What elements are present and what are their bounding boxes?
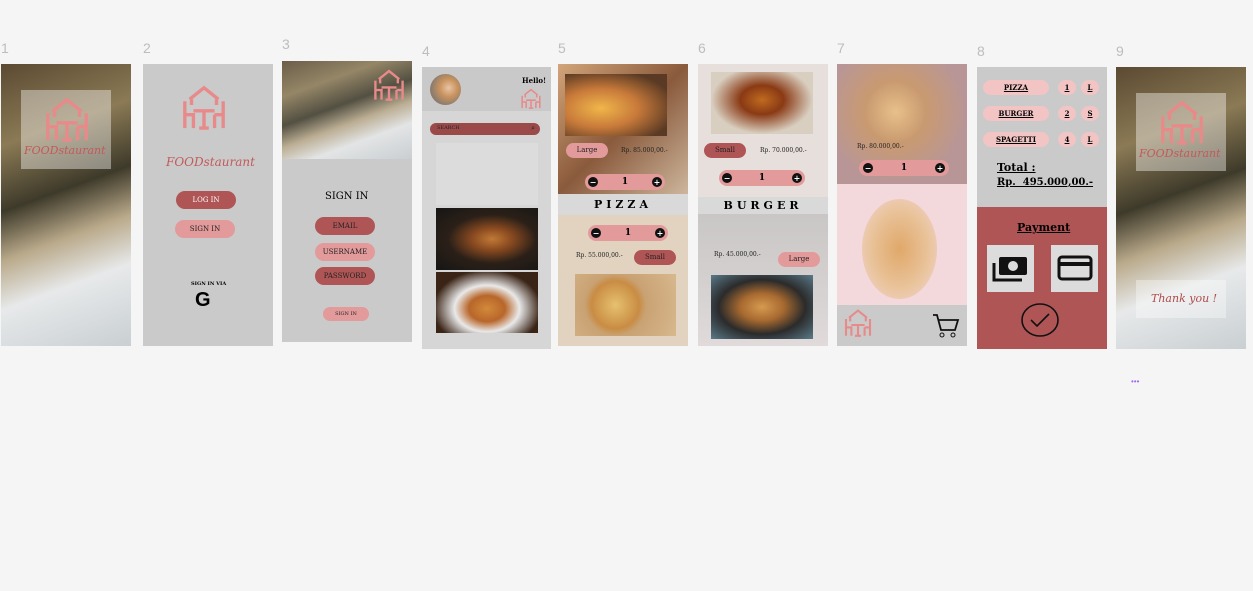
- pizza-title: PIZZA: [558, 194, 688, 215]
- size-small-button[interactable]: Small: [704, 143, 746, 158]
- order-item-name: BURGER: [983, 106, 1049, 121]
- plus-icon[interactable]: +: [652, 177, 662, 187]
- quantity-value: 1: [621, 177, 629, 187]
- plus-icon[interactable]: +: [655, 228, 665, 238]
- frame-label: 2: [143, 40, 151, 56]
- frame-label: 1: [1, 40, 9, 56]
- quantity-stepper[interactable]: − 1 +: [588, 225, 668, 241]
- sign-in-via-label: SIGN IN VIA: [191, 281, 227, 287]
- order-item-size: S: [1081, 106, 1099, 121]
- cash-payment-button[interactable]: [987, 245, 1034, 292]
- home-logo-icon[interactable]: [843, 307, 873, 337]
- minus-icon[interactable]: −: [722, 173, 732, 183]
- order-item-qty: 1: [1058, 80, 1076, 95]
- frame-home[interactable]: Hello! SEARCH ⌕: [422, 67, 551, 349]
- burger-photo[interactable]: [436, 208, 538, 270]
- logo-icon: [46, 98, 88, 142]
- cart-icon[interactable]: [932, 312, 960, 340]
- frame-label: 7: [837, 40, 845, 56]
- minus-icon[interactable]: −: [591, 228, 601, 238]
- size-small-button[interactable]: Small: [634, 250, 676, 265]
- quantity-stepper[interactable]: − 1 +: [859, 160, 949, 176]
- signin-button[interactable]: SIGN IN: [175, 220, 235, 238]
- search-placeholder: SEARCH: [437, 125, 460, 131]
- order-item-name: PIZZA: [983, 80, 1049, 95]
- email-field[interactable]: EMAIL: [315, 217, 375, 235]
- frame-label: 3: [282, 36, 290, 52]
- plus-icon[interactable]: +: [792, 173, 802, 183]
- spaghetti-photo[interactable]: [436, 272, 538, 333]
- price-small: Rp. 55.000,00.-: [576, 252, 623, 259]
- frame-label: 9: [1116, 43, 1124, 59]
- username-field[interactable]: USERNAME: [315, 243, 375, 261]
- quantity-value: 1: [758, 173, 766, 183]
- food-card-placeholder[interactable]: [436, 143, 538, 205]
- total-label: Total :: [997, 161, 1036, 174]
- burger-photo-large: [711, 275, 813, 339]
- logo-card: FOODstaurant: [1136, 93, 1226, 171]
- search-icon[interactable]: ⌕: [531, 124, 535, 133]
- frame-checkout[interactable]: PIZZA 1 L BURGER 2 S SPAGETTI 4 L Total …: [977, 67, 1107, 349]
- brand-name: FOODstaurant: [166, 155, 255, 169]
- total-value: Rp. 495.000,00.-: [997, 177, 1094, 188]
- frame-label: 4: [422, 43, 430, 59]
- sign-in-submit-button[interactable]: SIGN IN: [323, 307, 369, 321]
- search-input[interactable]: SEARCH ⌕: [430, 123, 540, 135]
- frame-label: 8: [977, 43, 985, 59]
- pizza-photo-small: [575, 274, 676, 336]
- quantity-value: 1: [900, 163, 908, 173]
- brand-name: FOODstaurant: [24, 144, 106, 157]
- payment-title: Payment: [1017, 221, 1071, 234]
- pizza-photo-large: [565, 74, 667, 136]
- minus-icon[interactable]: −: [863, 163, 873, 173]
- order-item-qty: 2: [1058, 106, 1076, 121]
- burger-photo-small: [711, 72, 813, 134]
- spaghetti-photo-bottom: [862, 199, 937, 299]
- quantity-stepper[interactable]: − 1 +: [719, 170, 805, 186]
- order-item-size: L: [1081, 132, 1099, 147]
- greeting: Hello!: [522, 76, 547, 85]
- order-item-name: SPAGETTI: [983, 132, 1049, 147]
- frame-burger[interactable]: Small Rp. 70.000,00.- − 1 + BURGER Rp. 45.…: [698, 64, 828, 346]
- frame-splash[interactable]: FOODstaurant: [1, 64, 131, 346]
- card-payment-button[interactable]: [1051, 245, 1098, 292]
- price-small: Rp. 70.000,00.-: [760, 147, 807, 154]
- avatar[interactable]: [430, 74, 461, 105]
- logo-card: FOODstaurant: [21, 90, 111, 169]
- password-field[interactable]: PASSWORD: [315, 267, 375, 285]
- burger-title: BURGER: [698, 197, 828, 214]
- minus-icon[interactable]: −: [588, 177, 598, 187]
- sign-in-title: SIGN IN: [325, 191, 369, 202]
- price-large: Rp. 45.000,00.-: [714, 251, 761, 258]
- size-large-button[interactable]: Large: [566, 143, 608, 158]
- credit-card-icon: [1057, 255, 1093, 281]
- google-icon[interactable]: G: [195, 290, 215, 310]
- quantity-stepper[interactable]: − 1 +: [585, 174, 665, 190]
- price: Rp. 80.000,00.-: [857, 143, 904, 150]
- more-icon[interactable]: •••: [1131, 377, 1139, 386]
- size-large-button[interactable]: Large: [778, 252, 820, 267]
- order-item-qty: 4: [1058, 132, 1076, 147]
- cash-icon: [992, 257, 1027, 282]
- frame-label: 5: [558, 40, 566, 56]
- confirm-check-icon[interactable]: [1020, 302, 1060, 338]
- thank-you-text: Thank you !: [1151, 292, 1218, 305]
- brand-name: FOODstaurant: [1139, 147, 1221, 160]
- frame-welcome[interactable]: FOODstaurant LOG IN SIGN IN SIGN IN VIA …: [143, 64, 273, 346]
- logo-icon: [374, 69, 404, 101]
- login-button[interactable]: LOG IN: [176, 191, 236, 209]
- frame-label: 6: [698, 40, 706, 56]
- plus-icon[interactable]: +: [935, 163, 945, 173]
- thank-you-card: Thank you !: [1136, 280, 1226, 318]
- quantity-value: 1: [624, 228, 632, 238]
- frame-spaghetti[interactable]: Rp. 80.000,00.- − 1 +: [837, 64, 967, 346]
- order-item-size: L: [1081, 80, 1099, 95]
- frame-pizza[interactable]: Large Rp. 85.000,00.- − 1 + PIZZA − 1 + Rp. …: [558, 64, 688, 346]
- price-large: Rp. 85.000,00.-: [621, 147, 668, 154]
- frame-thank-you[interactable]: FOODstaurant Thank you !: [1116, 67, 1246, 349]
- logo-icon: [521, 88, 541, 109]
- logo-icon: [183, 86, 225, 130]
- frame-sign-in[interactable]: SIGN IN EMAIL USERNAME PASSWORD SIGN IN: [282, 61, 412, 342]
- logo-icon: [1161, 101, 1203, 145]
